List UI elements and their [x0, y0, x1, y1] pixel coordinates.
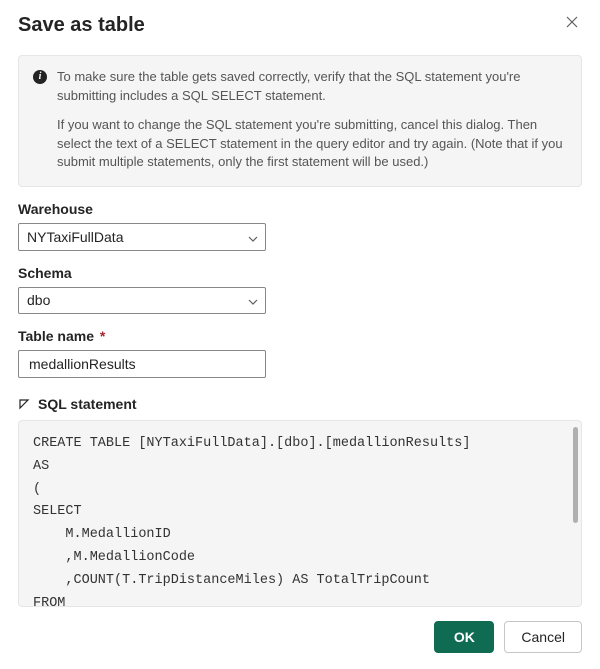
table-name-input-wrap: [18, 350, 266, 377]
info-paragraph-1: To make sure the table gets saved correc…: [57, 68, 567, 106]
dialog-title: Save as table: [18, 14, 145, 37]
schema-value: dbo: [27, 292, 50, 308]
chevron-down-icon: [248, 292, 257, 308]
info-icon: i: [33, 70, 47, 84]
schema-select[interactable]: dbo: [18, 287, 266, 314]
sql-code-text: CREATE TABLE [NYTaxiFullData].[dbo].[med…: [33, 436, 470, 607]
cancel-button[interactable]: Cancel: [504, 621, 582, 653]
dialog-header: Save as table: [18, 14, 582, 37]
save-as-table-dialog: Save as table i To make sure the table g…: [0, 0, 600, 669]
schema-label: Schema: [18, 265, 582, 281]
sql-statement-toggle[interactable]: SQL statement: [18, 396, 582, 412]
sql-code-block[interactable]: CREATE TABLE [NYTaxiFullData].[dbo].[med…: [18, 420, 582, 607]
close-icon: [566, 15, 578, 32]
warehouse-value: NYTaxiFullData: [27, 229, 123, 245]
expand-icon: [18, 398, 30, 410]
sql-statement-label: SQL statement: [38, 396, 137, 412]
ok-button[interactable]: OK: [434, 621, 494, 653]
required-asterisk: *: [100, 328, 105, 344]
dialog-footer: OK Cancel: [18, 607, 582, 669]
close-button[interactable]: [562, 14, 582, 33]
warehouse-select[interactable]: NYTaxiFullData: [18, 223, 266, 250]
info-message: i To make sure the table gets saved corr…: [18, 55, 582, 187]
table-name-input[interactable]: [27, 355, 257, 373]
warehouse-label: Warehouse: [18, 201, 582, 217]
info-paragraph-2: If you want to change the SQL statement …: [57, 116, 567, 173]
table-name-label: Table name *: [18, 328, 582, 344]
info-text: To make sure the table gets saved correc…: [57, 68, 567, 172]
chevron-down-icon: [248, 229, 257, 245]
scrollbar-thumb[interactable]: [573, 427, 578, 523]
